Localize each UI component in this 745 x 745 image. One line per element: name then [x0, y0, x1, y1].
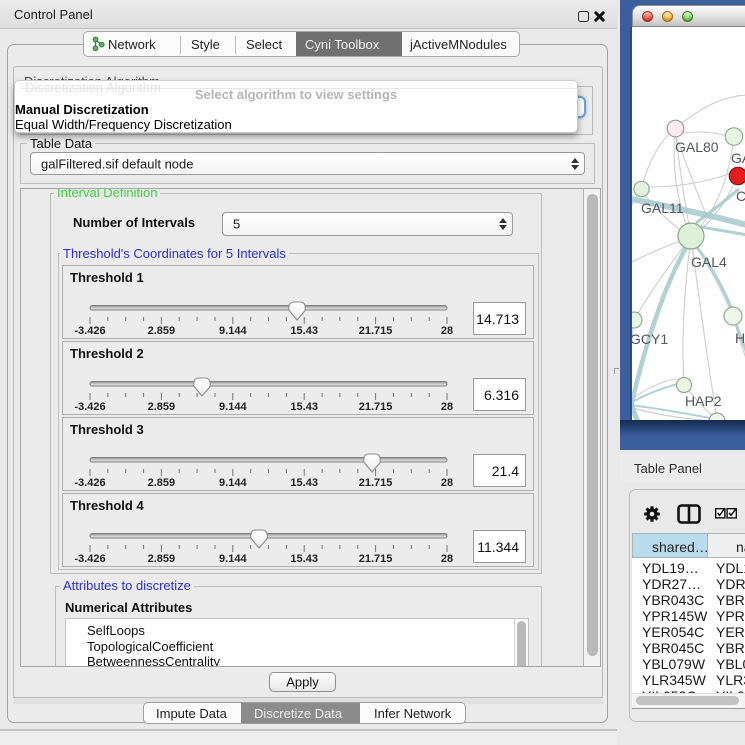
svg-text:15.43: 15.43 [290, 477, 318, 489]
svg-text:15.43: 15.43 [290, 325, 318, 337]
svg-text:21.715: 21.715 [359, 477, 393, 489]
svg-text:21.715: 21.715 [359, 401, 393, 413]
svg-text:2.859: 2.859 [148, 325, 176, 337]
svg-text:21.715: 21.715 [359, 553, 393, 565]
svg-text:GCY1: GCY1 [632, 331, 668, 347]
svg-text:28: 28 [441, 553, 453, 565]
svg-text:9.144: 9.144 [219, 553, 247, 565]
svg-text:2.859: 2.859 [148, 477, 176, 489]
svg-text:GAL4: GAL4 [691, 254, 727, 270]
svg-text:GAL11: GAL11 [641, 200, 684, 216]
svg-text:HAP2: HAP2 [685, 393, 722, 409]
svg-text:-3.426: -3.426 [74, 553, 105, 565]
svg-text:-3.426: -3.426 [74, 325, 105, 337]
svg-text:C: C [736, 188, 745, 204]
svg-text:GA: GA [731, 150, 745, 166]
svg-text:-3.426: -3.426 [74, 477, 105, 489]
svg-text:28: 28 [441, 477, 453, 489]
svg-text:-3.426: -3.426 [74, 401, 105, 413]
svg-text:28: 28 [441, 325, 453, 337]
svg-text:2.859: 2.859 [148, 553, 176, 565]
svg-text:15.43: 15.43 [290, 553, 318, 565]
svg-text:9.144: 9.144 [219, 477, 247, 489]
svg-text:15.43: 15.43 [290, 401, 318, 413]
svg-text:21.715: 21.715 [359, 325, 393, 337]
svg-text:H: H [735, 330, 745, 346]
svg-text:28: 28 [441, 401, 453, 413]
svg-text:9.144: 9.144 [219, 325, 247, 337]
svg-text:9.144: 9.144 [219, 401, 247, 413]
svg-text:GAL80: GAL80 [675, 139, 719, 155]
svg-text:2.859: 2.859 [148, 401, 176, 413]
